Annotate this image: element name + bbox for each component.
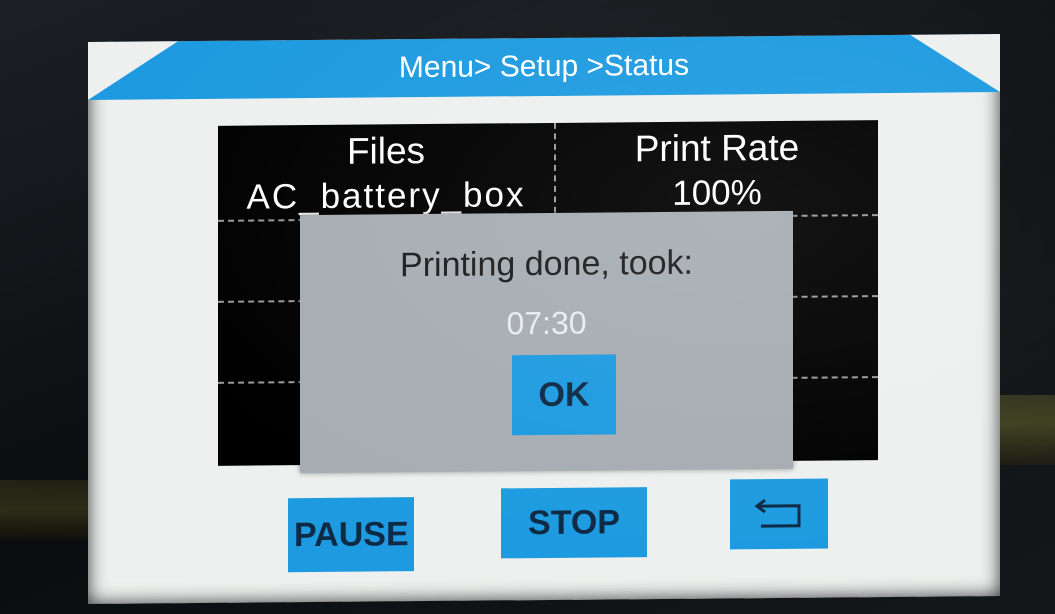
files-header: Files (346, 130, 426, 172)
file-name: AC_battery_box (246, 175, 526, 217)
dialog-message: Printing done, took: (400, 243, 693, 285)
print-complete-dialog: Printing done, took: 07:30 OK (300, 210, 793, 474)
title-bar: Menu> Setup >Status (88, 34, 1000, 100)
breadcrumb: Menu> Setup >Status (398, 48, 690, 85)
touch-screen: Menu> Setup >Status Files AC_battery_box… (88, 34, 1000, 604)
stop-button[interactable]: STOP (501, 487, 647, 559)
print-rate-value: 100% (672, 173, 762, 213)
pause-button[interactable]: PAUSE (288, 497, 414, 573)
back-button[interactable] (730, 478, 828, 550)
ok-button[interactable]: OK (512, 354, 616, 436)
elapsed-time: 07:30 (506, 304, 587, 342)
column-divider (554, 122, 556, 213)
print-rate-header: Print Rate (634, 126, 800, 170)
return-arrow-icon (736, 494, 822, 535)
